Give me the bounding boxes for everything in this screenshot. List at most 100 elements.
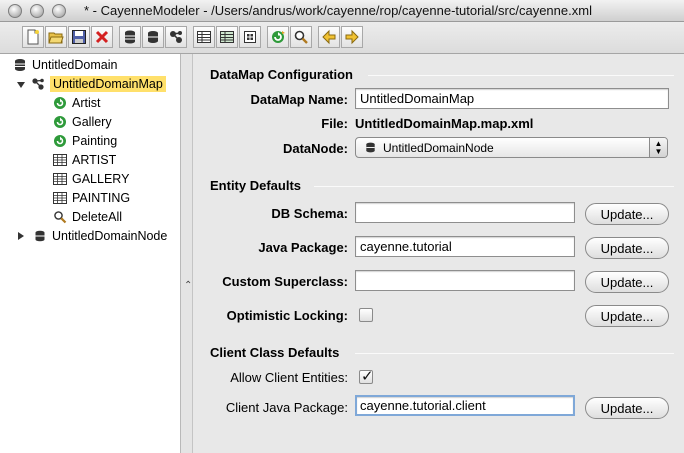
navigate-back-button[interactable] <box>318 26 340 48</box>
window-title: * - CayenneModeler - /Users/andrus/work/… <box>84 3 592 18</box>
tree-node-dbentity[interactable]: GALLERY <box>52 170 129 188</box>
custom-superclass-update-button[interactable]: Update... <box>585 271 669 293</box>
chevron-up-icon: ⌃ <box>184 280 193 291</box>
tree-node-query[interactable]: DeleteAll <box>52 208 122 226</box>
allow-client-entities-label: Allow Client Entities: <box>230 370 348 385</box>
create-procedure-button[interactable] <box>239 26 261 48</box>
tree-node-label: Painting <box>72 134 118 148</box>
tree-node-objentity[interactable]: Painting <box>52 132 117 150</box>
save-icon <box>72 30 86 44</box>
datanode-select-value: UntitledDomainNode <box>383 140 494 155</box>
objentity-icon <box>52 134 67 149</box>
tree-node-domain[interactable]: UntitledDomain <box>12 56 117 74</box>
tree-node-objentity[interactable]: Gallery <box>52 113 112 131</box>
tree-node-label: DeleteAll <box>72 210 123 224</box>
tree-node-datamap[interactable]: UntitledDomainMap <box>30 75 166 93</box>
create-datamap-button[interactable] <box>165 26 187 48</box>
create-datanode-button[interactable] <box>142 26 164 48</box>
synchronize-icon <box>272 31 285 43</box>
datamap-icon <box>30 77 45 92</box>
remove-button[interactable] <box>91 26 113 48</box>
close-window-button[interactable] <box>8 4 22 18</box>
disclosure-collapsed-icon[interactable] <box>16 231 26 241</box>
create-procedure-icon <box>244 31 256 43</box>
navigate-back-icon <box>322 29 336 45</box>
create-domain-button[interactable] <box>119 26 141 48</box>
java-package-label: Java Package: <box>258 240 348 255</box>
navigate-forward-button[interactable] <box>341 26 363 48</box>
tree-node-dbentity[interactable]: ARTIST <box>52 151 116 169</box>
create-domain-icon <box>125 30 135 44</box>
optimistic-locking-checkbox[interactable] <box>359 308 373 322</box>
client-java-package-label: Client Java Package: <box>225 400 348 415</box>
datamap-name-field[interactable]: UntitledDomainMap <box>355 88 669 109</box>
dbentity-icon <box>52 153 67 168</box>
disclosure-expanded-icon[interactable] <box>16 80 26 90</box>
toolbar <box>0 22 684 54</box>
datanode-icon <box>32 229 47 244</box>
java-package-field[interactable]: cayenne.tutorial <box>355 236 575 257</box>
tree-node-label: PAINTING <box>72 191 131 205</box>
create-dbentity-button[interactable] <box>216 26 238 48</box>
new-project-icon <box>27 29 39 45</box>
objentity-icon <box>52 115 67 130</box>
create-datamap-icon <box>170 31 182 43</box>
query-icon <box>52 210 67 225</box>
section-heading-client-class-defaults: Client Class Defaults <box>210 345 340 360</box>
optimistic-locking-update-button[interactable]: Update... <box>585 305 669 327</box>
custom-superclass-label: Custom Superclass: <box>222 274 348 289</box>
datamap-editor-panel: DataMap Configuration DataMap Name: Unti… <box>194 54 684 453</box>
db-schema-update-button[interactable]: Update... <box>585 203 669 225</box>
new-project-button[interactable] <box>22 26 44 48</box>
tree-node-label: UntitledDomainNode <box>52 229 168 243</box>
window-title-bar: * - CayenneModeler - /Users/andrus/work/… <box>0 0 684 22</box>
synchronize-button[interactable] <box>267 26 289 48</box>
datanode-icon <box>364 141 383 154</box>
project-tree[interactable]: UntitledDomain UntitledDomainMap Artist … <box>0 54 181 453</box>
tree-node-objentity[interactable]: Artist <box>52 94 100 112</box>
section-heading-entity-defaults: Entity Defaults <box>210 178 302 193</box>
open-project-button[interactable] <box>45 26 67 48</box>
minimize-window-button[interactable] <box>30 4 44 18</box>
checkmark-icon: ✓ <box>361 368 374 385</box>
dbentity-icon <box>52 191 67 206</box>
file-label: File: <box>321 116 348 131</box>
objentity-icon <box>52 96 67 111</box>
section-divider <box>314 186 674 187</box>
create-objentity-button[interactable] <box>193 26 215 48</box>
updown-arrows-icon: ▲ ▼ <box>649 138 667 157</box>
optimistic-locking-label: Optimistic Locking: <box>226 308 348 323</box>
create-datanode-icon <box>148 31 158 43</box>
create-query-button[interactable] <box>290 26 312 48</box>
tree-node-label: UntitledDomain <box>32 58 118 72</box>
split-pane-divider[interactable]: ⌃ <box>181 54 193 453</box>
datanode-select[interactable]: UntitledDomainNode ▲ ▼ <box>355 137 668 158</box>
db-schema-field[interactable] <box>355 202 575 223</box>
zoom-window-button[interactable] <box>52 4 66 18</box>
file-value: UntitledDomainMap.map.xml <box>355 116 534 131</box>
tree-node-dbentity[interactable]: PAINTING <box>52 189 130 207</box>
datanode-label: DataNode: <box>282 141 348 156</box>
save-button[interactable] <box>68 26 90 48</box>
tree-node-label: UntitledDomainMap <box>50 76 166 92</box>
tree-node-datanode[interactable]: UntitledDomainNode <box>32 227 167 245</box>
tree-node-label: GALLERY <box>72 172 130 186</box>
open-project-icon <box>48 32 64 44</box>
allow-client-entities-checkbox[interactable]: ✓ <box>359 368 374 385</box>
tree-node-label: Gallery <box>72 115 112 129</box>
section-divider <box>368 75 674 76</box>
datamap-name-label: DataMap Name: <box>250 92 348 107</box>
client-java-package-field[interactable]: cayenne.tutorial.client <box>355 395 575 416</box>
java-package-update-button[interactable]: Update... <box>585 237 669 259</box>
section-divider <box>355 353 674 354</box>
remove-icon <box>95 30 109 44</box>
tree-node-label: Artist <box>72 96 101 110</box>
tree-node-label: ARTIST <box>72 153 117 167</box>
client-java-package-update-button[interactable]: Update... <box>585 397 669 419</box>
custom-superclass-field[interactable] <box>355 270 575 291</box>
create-objentity-icon <box>197 31 211 43</box>
section-heading-datamap-configuration: DataMap Configuration <box>210 67 353 82</box>
create-dbentity-icon <box>220 31 234 43</box>
navigate-forward-icon <box>345 29 359 45</box>
datadomain-icon <box>12 58 27 73</box>
